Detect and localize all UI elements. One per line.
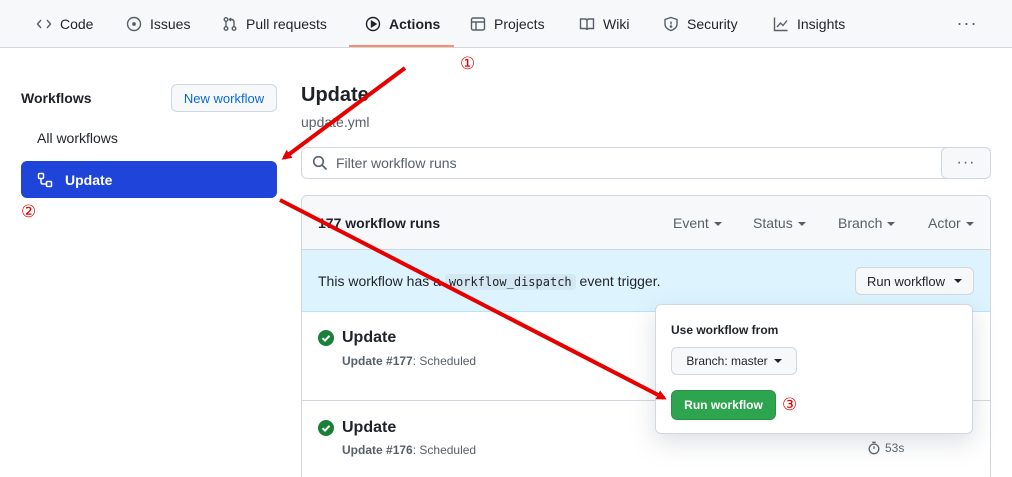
sidebar-item-all-workflows[interactable]: All workflows xyxy=(37,130,118,146)
chevron-down-icon xyxy=(887,222,896,227)
filter-runs-input[interactable] xyxy=(336,155,916,171)
tab-actions[interactable]: Actions xyxy=(365,0,440,47)
step-marker-1: ① xyxy=(460,54,476,74)
shield-icon xyxy=(664,16,678,31)
status-filter[interactable]: Status xyxy=(753,215,806,231)
run-title[interactable]: Update xyxy=(342,419,396,437)
actor-filter-label: Actor xyxy=(928,215,961,231)
dispatch-text-before: This workflow has a xyxy=(318,273,441,289)
sidebar-title: Workflows xyxy=(21,90,92,106)
pull-request-icon xyxy=(223,16,237,31)
workflow-icon xyxy=(37,172,53,187)
tab-security[interactable]: Security xyxy=(663,0,738,47)
workflow-file-link[interactable]: update.yml xyxy=(301,114,369,130)
run-title[interactable]: Update xyxy=(342,329,396,347)
book-icon xyxy=(579,17,595,30)
active-tab-underline xyxy=(349,45,454,47)
run-duration: 53s xyxy=(867,441,904,455)
search-icon xyxy=(312,155,328,171)
play-icon xyxy=(365,16,381,31)
run-meta-trigger: : Scheduled xyxy=(412,443,477,457)
run-meta-trigger: : Scheduled xyxy=(412,354,477,368)
event-filter[interactable]: Event xyxy=(673,215,722,231)
tab-projects[interactable]: Projects xyxy=(470,0,545,47)
run-meta: Update #176: Scheduled xyxy=(342,443,476,457)
runs-count: 177 workflow runs xyxy=(318,215,441,231)
runs-header: 177 workflow runs Event Status Branch Ac… xyxy=(302,196,990,250)
tab-insights-label: Insights xyxy=(797,15,846,32)
chevron-down-icon xyxy=(773,359,782,363)
chevron-down-icon xyxy=(797,222,806,227)
workflow-more-button[interactable]: ··· xyxy=(941,147,991,179)
tab-actions-label: Actions xyxy=(389,15,441,32)
chevron-down-icon xyxy=(713,222,722,227)
code-icon xyxy=(36,19,52,28)
run-workflow-popover: Use workflow from Branch: master Run wor… xyxy=(655,304,973,434)
workflow-title: Update xyxy=(301,84,369,106)
issue-icon xyxy=(126,16,142,31)
tab-projects-label: Projects xyxy=(494,15,545,32)
tab-code[interactable]: Code xyxy=(36,0,93,47)
step-marker-2: ② xyxy=(21,202,37,222)
run-meta-number: #177 xyxy=(386,354,413,368)
branch-filter[interactable]: Branch xyxy=(838,215,896,231)
stopwatch-icon xyxy=(868,441,880,455)
graph-icon xyxy=(773,17,788,31)
new-workflow-button[interactable]: New workflow xyxy=(171,84,277,112)
run-workflow-submit-button[interactable]: Run workflow xyxy=(671,390,776,420)
tab-issues[interactable]: Issues xyxy=(126,0,190,47)
chevron-down-icon xyxy=(954,279,963,283)
arrow-to-update xyxy=(281,66,407,160)
filter-runs-field[interactable] xyxy=(301,147,952,179)
run-meta-name: Update xyxy=(342,443,383,457)
tab-security-label: Security xyxy=(687,15,738,32)
branch-select-button[interactable]: Branch: master xyxy=(671,347,797,375)
run-workflow-dropdown-label: Run workflow xyxy=(866,273,946,289)
dispatch-code: workflow_dispatch xyxy=(444,274,576,290)
popover-title: Use workflow from xyxy=(671,323,779,337)
branch-filter-label: Branch xyxy=(838,215,883,231)
run-meta-name: Update xyxy=(342,354,383,368)
run-duration-value: 53s xyxy=(885,441,905,455)
actor-filter[interactable]: Actor xyxy=(928,215,974,231)
chevron-down-icon xyxy=(965,222,974,227)
run-meta-number: #176 xyxy=(386,443,413,457)
tab-pull-requests[interactable]: Pull requests xyxy=(222,0,327,47)
sidebar-item-update-label: Update xyxy=(65,171,113,188)
dispatch-text: This workflow has a workflow_dispatch ev… xyxy=(318,273,661,290)
tab-wiki-label: Wiki xyxy=(603,15,630,32)
event-filter-label: Event xyxy=(673,215,709,231)
tab-pull-requests-label: Pull requests xyxy=(246,15,327,32)
tab-wiki[interactable]: Wiki xyxy=(579,0,629,47)
sidebar-item-update[interactable]: Update xyxy=(21,161,277,198)
repo-nav: Code Issues Pull requests Actions Projec… xyxy=(0,0,1012,48)
nav-more-button[interactable]: ··· xyxy=(955,12,979,34)
branch-select-label: Branch: master xyxy=(686,354,768,368)
success-check-icon xyxy=(318,330,334,346)
tab-code-label: Code xyxy=(60,15,94,32)
table-icon xyxy=(470,16,486,31)
run-workflow-dropdown-button[interactable]: Run workflow xyxy=(855,267,974,295)
step-marker-3: ③ xyxy=(782,395,798,415)
tab-insights[interactable]: Insights xyxy=(773,0,845,47)
status-filter-label: Status xyxy=(753,215,793,231)
success-check-icon xyxy=(318,420,334,436)
tab-issues-label: Issues xyxy=(150,15,191,32)
dispatch-banner: This workflow has a workflow_dispatch ev… xyxy=(302,250,990,312)
run-meta: Update #177: Scheduled xyxy=(342,354,476,368)
dispatch-text-after: event trigger. xyxy=(579,273,661,289)
